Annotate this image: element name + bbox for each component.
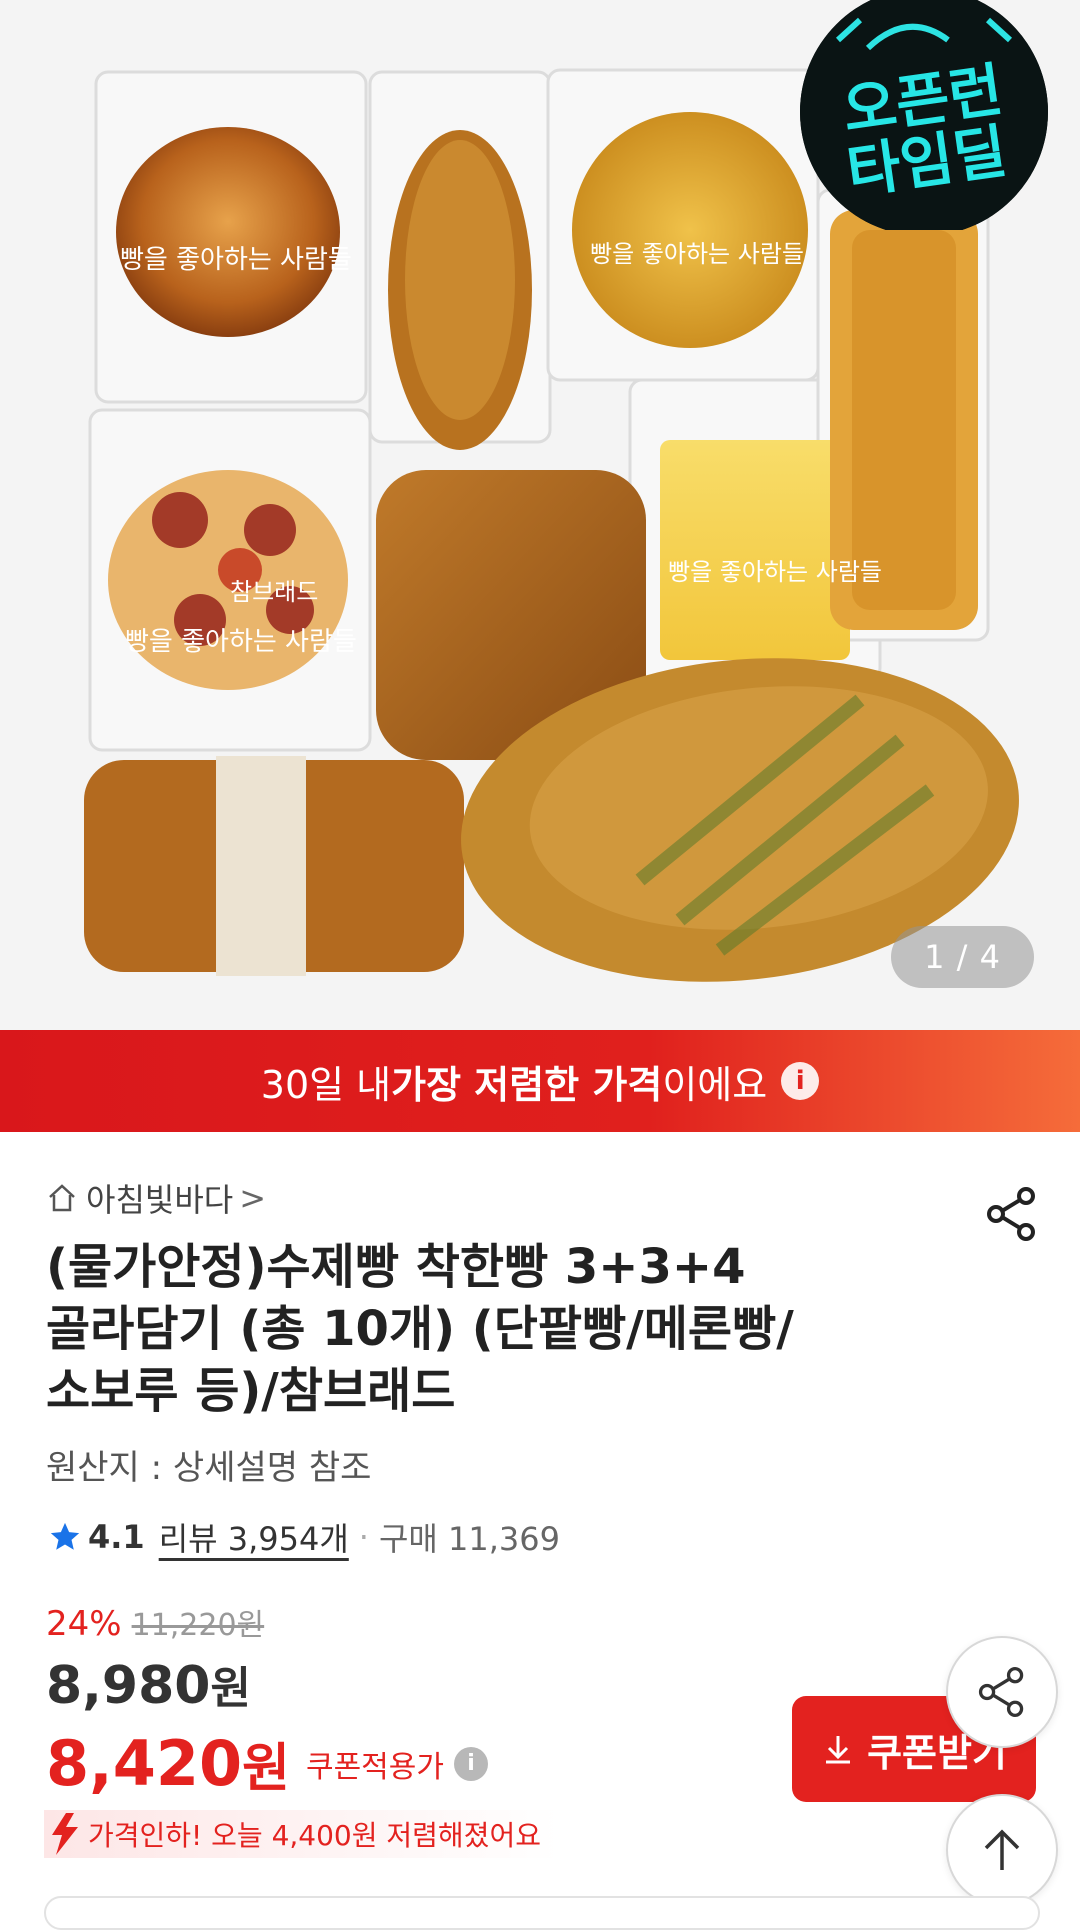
rating-row: 4.1 리뷰 3,954개 · 구매 11,369 xyxy=(48,1514,560,1560)
title-line-1: (물가안정)수제빵 착한빵 3+3+4 xyxy=(46,1239,746,1295)
svg-text:빵을 좋아하는 사람들: 빵을 좋아하는 사람들 xyxy=(590,240,804,268)
svg-text:빵을 좋아하는 사람들: 빵을 좋아하는 사람들 xyxy=(668,558,882,586)
home-icon xyxy=(49,1184,75,1212)
share-icon xyxy=(978,1667,1024,1717)
lightning-down-icon xyxy=(52,1813,78,1855)
sale-price-unit: 원 xyxy=(210,1663,251,1714)
info-icon[interactable]: i xyxy=(453,1746,488,1781)
title-line-2: 골라담기 (총 10개) (단팥빵/메론빵/ xyxy=(46,1301,794,1357)
coupon-price-unit: 원 xyxy=(242,1739,290,1799)
brand-text: 참브래드 xyxy=(230,578,318,606)
image-counter: 1 / 4 xyxy=(891,926,1034,988)
time-deal-badge: 오픈런 타임딜 xyxy=(798,0,1050,230)
coupon-price: 8,420 원 쿠폰적용가 i xyxy=(46,1726,488,1801)
banner-highlight: 가장 저렴한 가격 xyxy=(391,1062,663,1107)
sale-price-value: 8,980 xyxy=(46,1656,211,1716)
price-drop-text: 가격인하! 오늘 4,400원 저렴해졌어요 xyxy=(88,1819,541,1852)
download-icon xyxy=(826,1736,851,1764)
product-image[interactable]: 빵을 좋아하는 사람들 빵을 좋아하는 사람들 빵을 좋아하는 사람들 빵을 좋… xyxy=(0,0,1080,1030)
sale-price: 8,980원 xyxy=(46,1652,251,1716)
arrow-up-icon xyxy=(984,1829,1020,1870)
star-icon xyxy=(50,1522,80,1550)
review-count-link[interactable]: 리뷰 3,954개 xyxy=(159,1514,349,1560)
discount-row: 24% 11,220원 xyxy=(46,1600,264,1644)
svg-text:빵을 좋아하는 사람들: 빵을 좋아하는 사람들 xyxy=(125,627,357,657)
banner-prefix: 30일 내 xyxy=(260,1062,392,1107)
banner-suffix: 이에요 xyxy=(662,1062,768,1107)
lowest-price-banner[interactable]: 30일 내 가장 저렴한 가격 이에요 i xyxy=(0,1030,1080,1132)
seller-link[interactable]: 아침빛바다 > xyxy=(46,1178,267,1219)
price-drop-notice: 가격인하! 오늘 4,400원 저렴해졌어요 xyxy=(44,1810,559,1858)
discount-percent: 24% xyxy=(46,1604,122,1644)
package-text: 빵을 좋아하는 사람들 xyxy=(120,245,352,275)
seller-name: 아침빛바다 xyxy=(86,1181,234,1219)
coupon-price-value: 8,420 xyxy=(46,1727,243,1800)
purchase-count: 구매 11,369 xyxy=(378,1520,560,1558)
title-line-3: 소보루 등)/참브래드 xyxy=(46,1363,456,1419)
separator-dot: · xyxy=(358,1518,369,1556)
origin-info: 원산지 : 상세설명 참조 xyxy=(46,1448,372,1488)
original-price: 11,220원 xyxy=(131,1608,265,1643)
coupon-price-label: 쿠폰적용가 xyxy=(305,1749,444,1785)
alarm-clock-icon: 오픈런 타임딜 xyxy=(800,0,1048,230)
rating-score: 4.1 xyxy=(88,1518,145,1556)
floating-share-button[interactable] xyxy=(946,1636,1058,1748)
next-section-card xyxy=(44,1896,1040,1930)
product-title: (물가안정)수제빵 착한빵 3+3+4 골라담기 (총 10개) (단팥빵/메론… xyxy=(46,1236,866,1422)
info-icon[interactable]: i xyxy=(781,1062,820,1100)
share-icon[interactable] xyxy=(982,1184,1042,1244)
scroll-to-top-button[interactable] xyxy=(946,1794,1058,1906)
chevron-right-icon: > xyxy=(239,1179,267,1217)
